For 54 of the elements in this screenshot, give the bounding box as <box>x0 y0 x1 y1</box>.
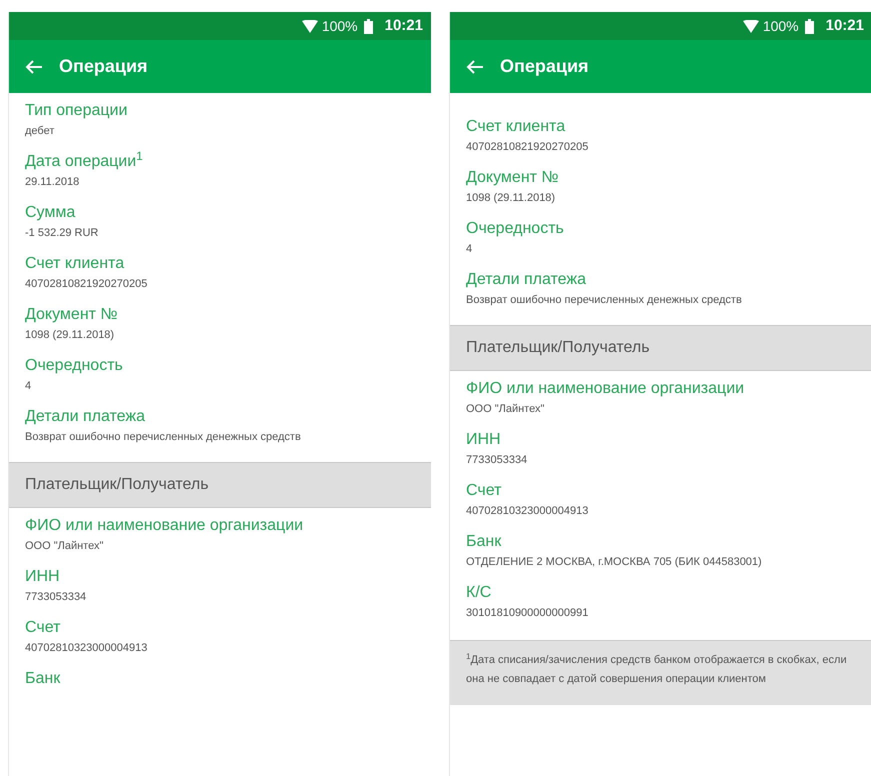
field-label: Банк <box>25 669 62 689</box>
field-label: Очередность <box>466 219 565 239</box>
section-header: Плательщик/Получатель <box>9 462 431 508</box>
field-label: Дата операции$^{1}$ <box>25 152 144 172</box>
field-value: Возврат ошибочно перечисленных денежных средств <box>466 293 743 308</box>
field-value: 30101810900000000991 <box>466 606 590 621</box>
field-value: 1098 (29.11.2018) <box>25 328 116 343</box>
field-label: Детали платежа <box>466 270 587 290</box>
field-value: -1 532.29 RUR <box>25 226 100 241</box>
field-label: Банк <box>466 532 502 552</box>
field-value: дебет <box>25 124 56 139</box>
screen-title: Операция <box>59 55 148 78</box>
field-label: К/С <box>466 583 492 603</box>
field-label: Документ № <box>25 305 119 325</box>
field-label: Тип операции <box>25 101 128 121</box>
field-value: 1098 (29.11.2018) <box>466 191 556 206</box>
back-button[interactable] <box>466 58 484 74</box>
field-label: Счет <box>466 481 502 501</box>
battery-icon <box>364 18 373 34</box>
screen-title: Операция <box>500 55 589 78</box>
back-button[interactable] <box>25 58 43 74</box>
wifi-icon <box>302 20 318 32</box>
field-label: ФИО или наименование организации <box>25 516 304 536</box>
field-value: ООО "Лайнтех" <box>466 402 546 417</box>
field-value: 4 <box>466 242 474 257</box>
field-label: ИНН <box>25 567 61 587</box>
field-label: Счет клиента <box>466 117 566 137</box>
field-value: 40702810821920270205 <box>466 140 590 155</box>
field-label: ИНН <box>466 430 502 450</box>
field-value: 40702810821920270205 <box>25 277 148 292</box>
field-value: 29.11.2018 <box>25 175 80 190</box>
field-label: Документ № <box>466 168 560 188</box>
wifi-icon <box>742 20 759 32</box>
field-value: 7733053334 <box>25 590 88 605</box>
field-value: ООО "Лайнтех" <box>25 539 104 554</box>
footnote: $^{1}$Дата списания/зачисления средств банком отображается в скобках, если она не совпадает с датой совершения операции клиентом <box>450 640 871 705</box>
field-value: ОТДЕЛЕНИЕ 2 МОСКВА, г.МОСКВА 705 (БИК 044583001) <box>466 555 763 570</box>
field-value: Возврат ошибочно перечисленных денежных средств <box>25 430 302 445</box>
clock-time: 10:21 <box>826 16 864 36</box>
field-label: Детали платежа <box>25 407 146 427</box>
battery-level: 100% <box>762 16 799 36</box>
field-value: 4 <box>25 379 32 394</box>
clock-time: 10:21 <box>384 16 423 36</box>
field-value: 40702810323000004913 <box>25 641 148 656</box>
field-label: Очередность <box>25 356 124 376</box>
field-label: ФИО или наименование организации <box>466 379 746 399</box>
field-value: 40702810323000004913 <box>466 504 590 519</box>
field-label: Счет клиента <box>25 254 126 274</box>
field-label: Сумма <box>25 203 76 223</box>
section-header: Плательщик/Получатель <box>450 325 871 371</box>
battery-level: 100% <box>322 16 358 36</box>
field-value: 7733053334 <box>466 453 528 468</box>
field-label: Счет <box>25 618 62 638</box>
battery-icon <box>804 18 814 34</box>
